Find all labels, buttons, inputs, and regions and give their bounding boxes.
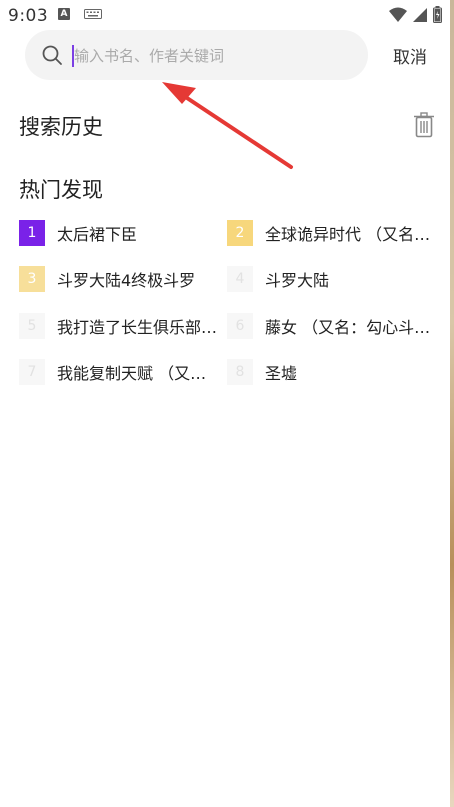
book-title: 斗罗大陆4终极斗罗 [57, 271, 196, 290]
rank-badge: 4 [227, 266, 253, 292]
cancel-button[interactable]: 取消 [393, 43, 427, 68]
text-cursor [72, 45, 74, 67]
book-title: 我能复制天赋 （又名… [57, 364, 217, 383]
hot-item-4[interactable]: 4 斗罗大陆 [227, 266, 440, 292]
trash-icon[interactable] [413, 112, 435, 138]
book-title: 我打造了长生俱乐部… [57, 318, 217, 337]
status-bar: 9:03 A [0, 0, 454, 30]
search-icon [42, 45, 62, 65]
status-time: 9:03 [8, 6, 49, 26]
app-a-icon: A [58, 8, 70, 20]
rank-badge: 6 [227, 313, 253, 339]
book-title: 斗罗大陆 [265, 271, 330, 290]
battery-icon [433, 6, 442, 23]
book-title: 全球诡异时代 （又名… [265, 225, 431, 244]
hot-item-6[interactable]: 6 藤女 （又名：勾心斗… [227, 313, 440, 339]
status-indicators [389, 6, 442, 23]
search-input[interactable] [74, 41, 354, 71]
rank-badge: 7 [19, 359, 45, 385]
rank-badge: 1 [19, 220, 45, 246]
rank-badge: 5 [19, 313, 45, 339]
rank-badge: 8 [227, 359, 253, 385]
search-history-title: 搜索历史 [19, 115, 103, 139]
hot-discovery-title: 热门发现 [19, 178, 103, 202]
book-title: 藤女 （又名：勾心斗… [265, 318, 431, 337]
hot-item-8[interactable]: 8 圣墟 [227, 359, 440, 385]
keyboard-icon [84, 9, 102, 19]
rank-badge: 3 [19, 266, 45, 292]
rank-badge: 2 [227, 220, 253, 246]
hot-item-7[interactable]: 7 我能复制天赋 （又名… [19, 359, 217, 385]
wifi-icon [389, 7, 407, 22]
hot-item-2[interactable]: 2 全球诡异时代 （又名… [227, 220, 440, 246]
hot-item-3[interactable]: 3 斗罗大陆4终极斗罗 [19, 266, 217, 292]
hot-item-5[interactable]: 5 我打造了长生俱乐部… [19, 313, 217, 339]
book-title: 太后裙下臣 [57, 225, 138, 244]
search-page: 9:03 A 输入书名、作者关键词 取消 搜索历史 热门发现 1 太后裙下臣 2… [0, 0, 454, 807]
book-title: 圣墟 [265, 364, 298, 383]
signal-icon [413, 7, 427, 22]
hot-item-1[interactable]: 1 太后裙下臣 [19, 220, 217, 246]
background-edge [450, 0, 454, 807]
